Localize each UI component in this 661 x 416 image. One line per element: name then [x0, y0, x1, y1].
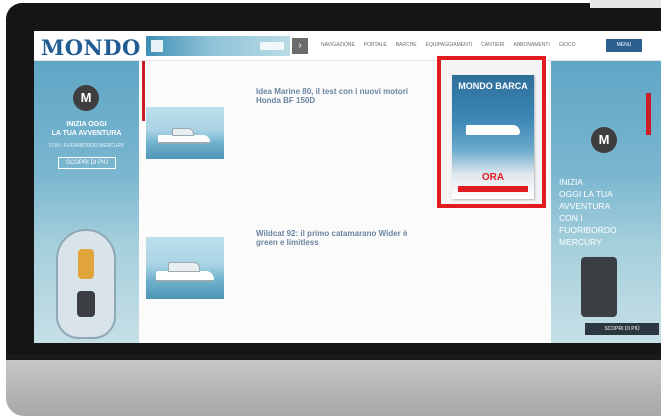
nav-item[interactable]: NAVIGAZIONE	[321, 42, 355, 48]
magazine-ora-label: ORA	[481, 172, 505, 183]
article-title-2[interactable]: Wildcat 92: il primo catamarano Wider è …	[256, 229, 426, 247]
left-ad-cta-button[interactable]: SCOPRI DI PIÙ	[58, 157, 116, 169]
imac-mockup: MONDO BARCA › NAVIGAZIONE PORTALE BARCHE…	[0, 0, 661, 416]
site-header: MONDO BARCA › NAVIGAZIONE PORTALE BARCHE…	[34, 31, 661, 61]
right-ad-line-2: OGGI LA TUA	[559, 189, 613, 199]
nav-item[interactable]: CANTIERI	[481, 42, 504, 48]
right-ad-line-3: AVVENTURA	[559, 201, 611, 211]
right-ad-line-1: INIZIA	[559, 177, 584, 187]
catamaran-hull	[156, 271, 214, 282]
raft-illustration	[56, 229, 116, 339]
nav-menu-button[interactable]: MENU	[606, 39, 642, 52]
right-ad-line-5: FUORIBORDO	[559, 225, 617, 235]
left-ad-subtitle: CON I FUORIBORDO MERCURY	[48, 143, 125, 149]
nav-item[interactable]: BARCHE	[396, 42, 417, 48]
outboard-engine	[77, 291, 95, 317]
magazine-cover[interactable]: MONDO BARCA ORA	[452, 75, 534, 199]
monitor-chin	[6, 354, 661, 416]
banner-cta[interactable]	[260, 42, 284, 50]
nav-item[interactable]: EQUIPAGGIAMENTI	[426, 42, 473, 48]
article-title-1[interactable]: Idea Marine 80, il test con i nuovi moto…	[256, 87, 424, 105]
right-ad-line-6: MERCURY	[559, 237, 602, 247]
chin-shadow	[6, 354, 661, 360]
left-skin-ad[interactable]: M INIZIA OGGI LA TUA AVVENTURA CON I FUO…	[34, 61, 139, 343]
nav-item[interactable]: GIOCO	[559, 42, 576, 48]
right-ad-accent	[646, 93, 651, 135]
magazine-title: MONDO BARCA	[458, 81, 528, 91]
magazine-cover-boat	[466, 125, 520, 135]
catamaran-cabin	[168, 262, 200, 272]
right-skin-ad[interactable]: M INIZIA OGGI LA TUA AVVENTURA CON I FUO…	[551, 61, 661, 343]
magazine-highlight-frame[interactable]: MONDO BARCA ORA	[437, 56, 546, 208]
left-ad-headline-1: INIZIA OGGI	[66, 121, 107, 128]
left-ad-accent	[142, 61, 145, 121]
search-icon[interactable]: ›	[292, 38, 308, 54]
mercury-logo-icon: M	[591, 127, 617, 153]
magazine-red-band	[458, 186, 528, 192]
boat-hull	[158, 135, 210, 144]
banner-logo-icon	[151, 40, 163, 52]
browser-screen: MONDO BARCA › NAVIGAZIONE PORTALE BARCHE…	[34, 31, 661, 343]
mercury-logo-icon: M	[73, 85, 99, 111]
outboard-engine	[581, 257, 617, 317]
article-thumbnail-1[interactable]	[146, 107, 224, 159]
boat-cabin	[172, 128, 194, 136]
left-ad-headline-2: LA TUA AVVENTURA	[51, 130, 122, 137]
nav-item[interactable]: PORTALE	[364, 42, 387, 48]
article-thumbnail-2[interactable]	[146, 237, 224, 299]
main-nav: NAVIGAZIONE PORTALE BARCHE EQUIPAGGIAMEN…	[321, 42, 576, 48]
bezel-highlight	[590, 0, 661, 8]
nav-item[interactable]: ABBONAMENTI	[513, 42, 549, 48]
right-ad-line-4: CON I	[559, 213, 583, 223]
header-banner-ad[interactable]	[146, 36, 290, 56]
right-ad-cta-button[interactable]: SCOPRI DI PIÙ	[585, 323, 659, 335]
rider-figure	[78, 249, 94, 279]
